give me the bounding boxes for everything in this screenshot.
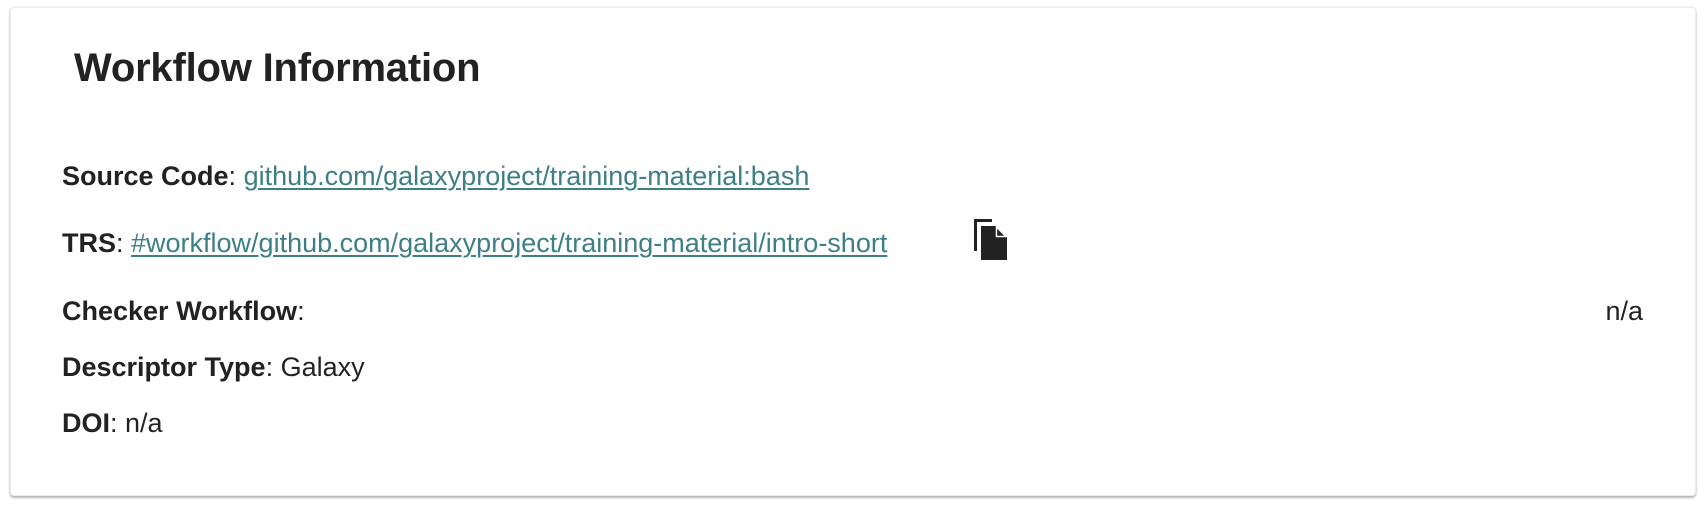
source-code-label: Source Code	[62, 161, 229, 191]
trs-link[interactable]: #workflow/github.com/galaxyproject/train…	[131, 228, 887, 258]
card-title: Workflow Information	[74, 46, 481, 90]
checker-workflow-label: Checker Workflow	[62, 296, 298, 326]
doi-separator: :	[110, 408, 126, 438]
descriptor-type-value: Galaxy	[280, 352, 365, 382]
copy-icon	[971, 217, 1011, 263]
checker-workflow-value: n/a	[1605, 296, 1643, 326]
checker-workflow-separator: :	[297, 296, 305, 326]
doi-value: n/a	[125, 408, 163, 438]
source-code-link[interactable]: github.com/galaxyproject/training-materi…	[244, 161, 810, 191]
trs-separator: :	[116, 228, 132, 258]
descriptor-type-separator: :	[265, 352, 281, 382]
descriptor-type-row: Descriptor Type: Galaxy	[62, 349, 365, 385]
source-code-separator: :	[228, 161, 244, 191]
checker-workflow-row: Checker Workflow:	[62, 293, 305, 329]
copy-trs-button[interactable]	[971, 217, 1011, 263]
doi-label: DOI	[62, 408, 111, 438]
trs-label: TRS	[62, 228, 116, 258]
workflow-info-card: Workflow Information Source Code: github…	[10, 7, 1696, 496]
descriptor-type-label: Descriptor Type	[62, 352, 266, 382]
doi-row: DOI: n/a	[62, 405, 163, 441]
trs-row: TRS: #workflow/github.com/galaxyproject/…	[62, 225, 887, 261]
source-code-row: Source Code: github.com/galaxyproject/tr…	[62, 158, 809, 194]
